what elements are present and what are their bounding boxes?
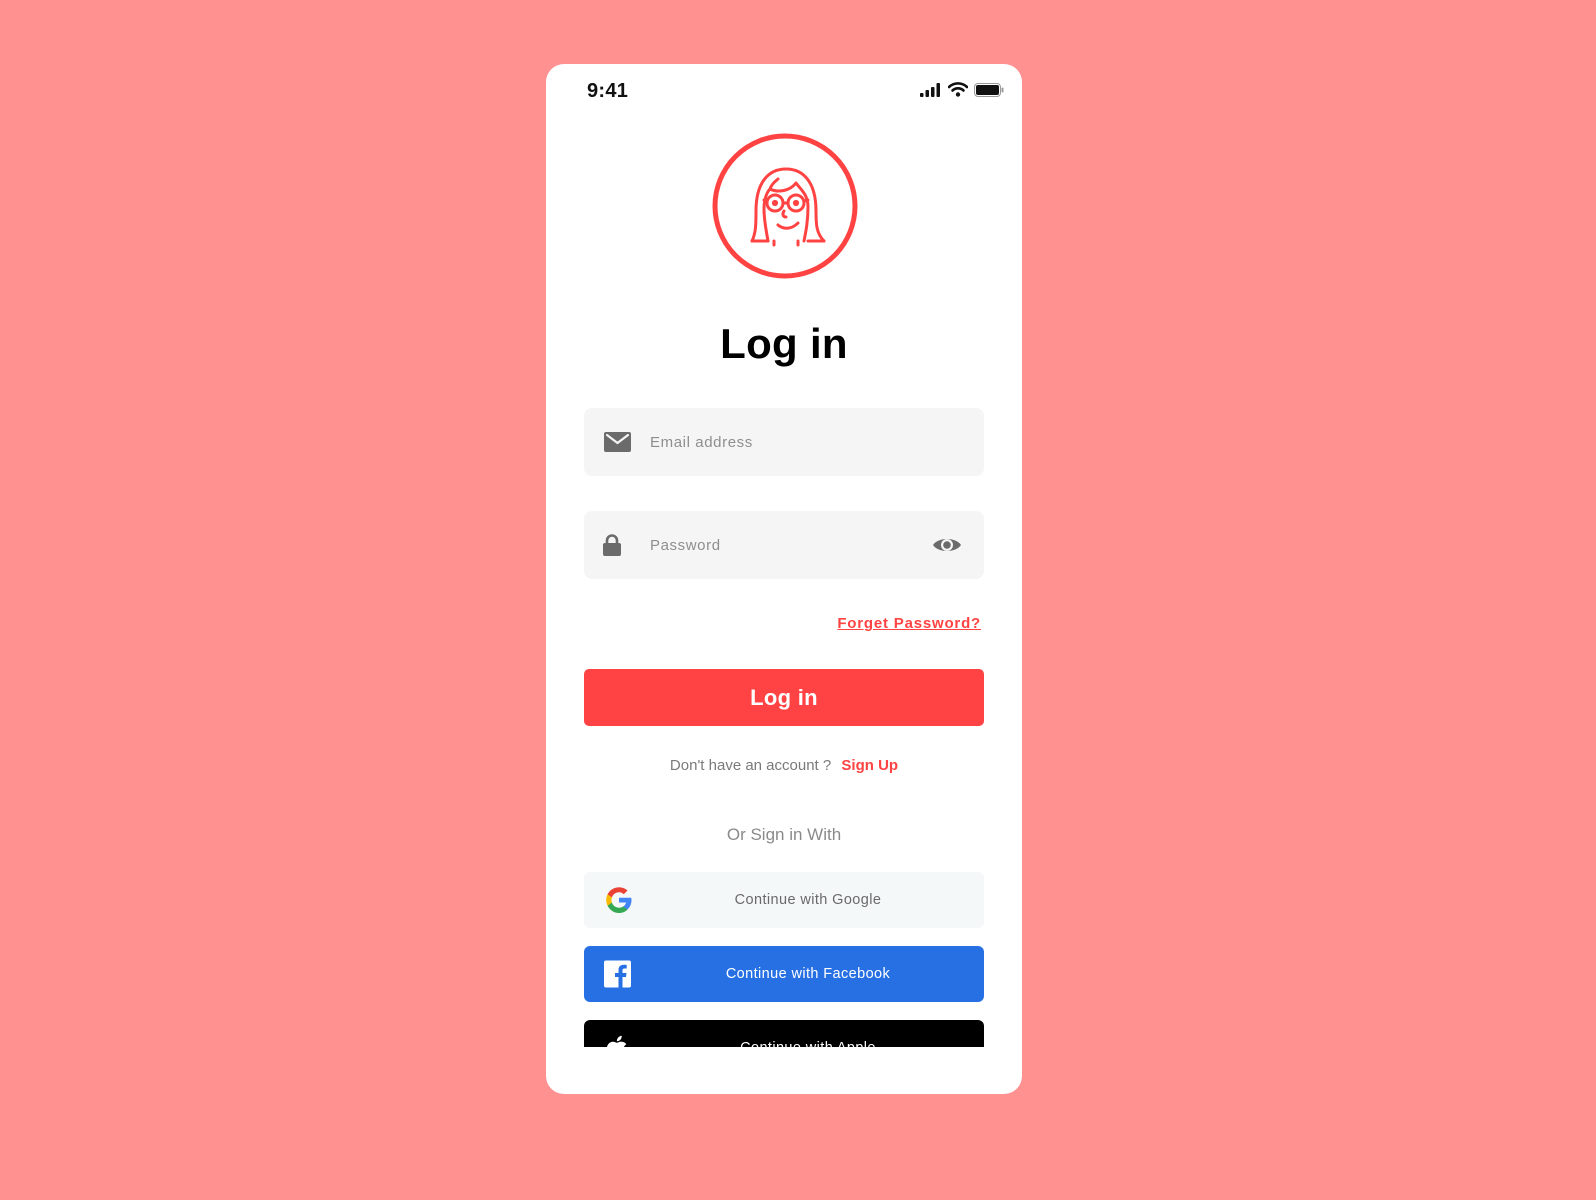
eye-icon[interactable]: [932, 535, 962, 555]
social-divider-label: Or Sign in With: [726, 825, 842, 844]
page-title: Log in: [720, 320, 848, 367]
status-time: 9:41: [587, 80, 629, 102]
lock-icon: [603, 534, 621, 556]
google-button-label: Continue with Google: [734, 892, 882, 908]
apple-button-label: Continue with Apple: [584, 1040, 984, 1047]
signup-row: Don't have an account ? Sign Up: [546, 757, 1022, 774]
status-icons: [920, 82, 1004, 97]
wifi-icon: [948, 82, 968, 97]
phone-screen: 9:41 Log in Email address Forget Passwor…: [546, 64, 1022, 1094]
forgot-password-link[interactable]: Forget Password?: [837, 615, 981, 632]
email-input[interactable]: [650, 408, 920, 476]
password-input[interactable]: [650, 511, 920, 579]
avatar-logo-icon: [712, 133, 858, 279]
facebook-signin-button[interactable]: Continue with Facebook: [584, 946, 984, 1002]
battery-icon: [974, 82, 1004, 97]
login-button[interactable]: Log in: [584, 669, 984, 726]
email-field[interactable]: [584, 408, 984, 476]
apple-signin-button[interactable]: Continue with Apple: [584, 1020, 984, 1047]
signal-icon: [920, 82, 940, 97]
google-signin-button[interactable]: Continue with Google: [584, 872, 984, 928]
status-bar: 9:41: [546, 64, 1022, 120]
apple-button-clip: Continue with Apple: [584, 1020, 984, 1047]
signup-link[interactable]: Sign Up: [841, 757, 898, 774]
facebook-button-label: Continue with Facebook: [725, 966, 891, 982]
password-field[interactable]: [584, 511, 984, 579]
envelope-icon: [604, 432, 631, 452]
signup-prompt: Don't have an account ?: [669, 757, 832, 774]
